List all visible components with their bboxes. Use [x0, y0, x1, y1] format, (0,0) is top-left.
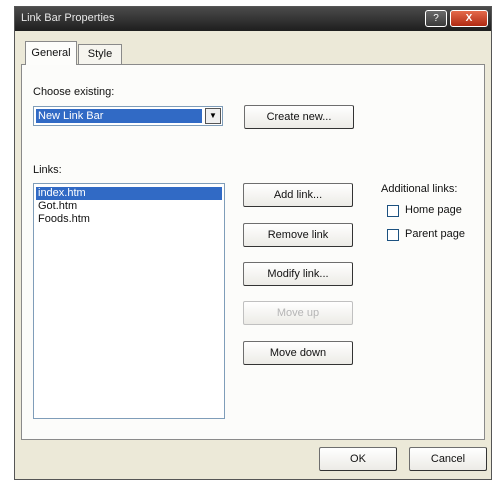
dropdown-selected-value: New Link Bar	[36, 109, 202, 123]
close-icon: X	[465, 13, 473, 24]
home-page-label: Home page	[405, 204, 462, 216]
window-title: Link Bar Properties	[21, 12, 115, 24]
tab-style-label: Style	[87, 48, 113, 60]
title-bar[interactable]: Link Bar Properties ? X	[15, 7, 491, 31]
modify-link-button[interactable]: Modify link...	[243, 262, 353, 286]
choose-existing-label: Choose existing:	[33, 86, 115, 98]
create-new-button[interactable]: Create new...	[244, 105, 354, 129]
remove-link-button[interactable]: Remove link	[243, 223, 353, 247]
move-down-button[interactable]: Move down	[243, 341, 353, 365]
list-item[interactable]: index.htm	[36, 187, 222, 200]
list-item[interactable]: Got.htm	[36, 200, 77, 213]
add-link-button[interactable]: Add link...	[243, 183, 353, 207]
cancel-button[interactable]: Cancel	[409, 447, 487, 471]
help-icon: ?	[433, 13, 439, 24]
links-listbox[interactable]: index.htm Got.htm Foods.htm	[33, 183, 225, 419]
list-item[interactable]: Foods.htm	[36, 213, 90, 226]
tab-general-label: General	[31, 47, 71, 59]
home-page-checkbox[interactable]	[387, 205, 399, 217]
ok-button[interactable]: OK	[319, 447, 397, 471]
parent-page-label: Parent page	[405, 228, 465, 240]
dialog-window: Link Bar Properties ? X General Style Ch…	[14, 6, 492, 480]
choose-existing-dropdown[interactable]: New Link Bar ▼	[33, 106, 223, 126]
additional-links-label: Additional links:	[381, 183, 458, 195]
help-button[interactable]: ?	[425, 10, 447, 27]
links-label: Links:	[33, 164, 62, 176]
move-up-button[interactable]: Move up	[243, 301, 353, 325]
chevron-down-icon[interactable]: ▼	[205, 108, 221, 124]
tab-general[interactable]: General	[25, 41, 77, 65]
close-button[interactable]: X	[450, 10, 488, 27]
tab-style[interactable]: Style	[78, 44, 122, 65]
parent-page-checkbox[interactable]	[387, 229, 399, 241]
